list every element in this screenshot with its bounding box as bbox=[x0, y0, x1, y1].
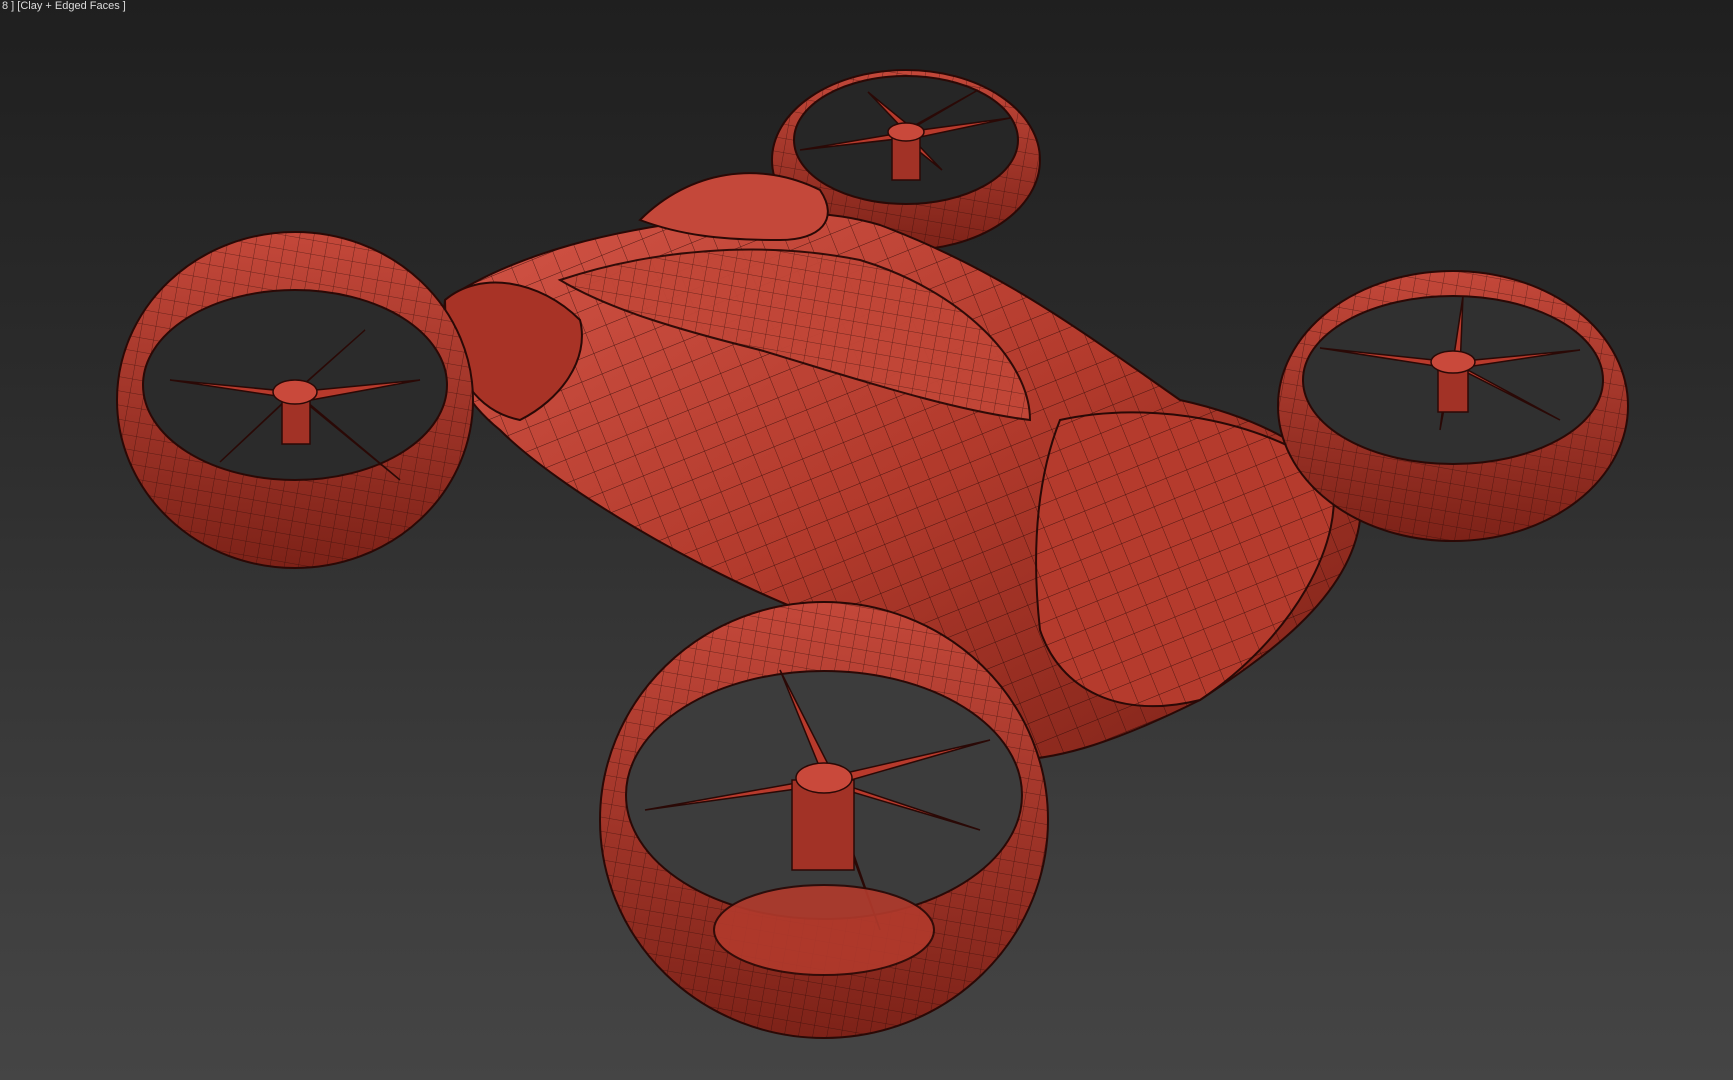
viewport[interactable]: 8 ] [Clay + Edged Faces ] bbox=[0, 0, 1733, 1080]
rotor-front-center[interactable] bbox=[599, 601, 1049, 1039]
rotor-front-right[interactable] bbox=[1277, 270, 1629, 542]
rotor-front-left[interactable] bbox=[116, 231, 474, 569]
scene-canvas[interactable] bbox=[0, 0, 1733, 1080]
